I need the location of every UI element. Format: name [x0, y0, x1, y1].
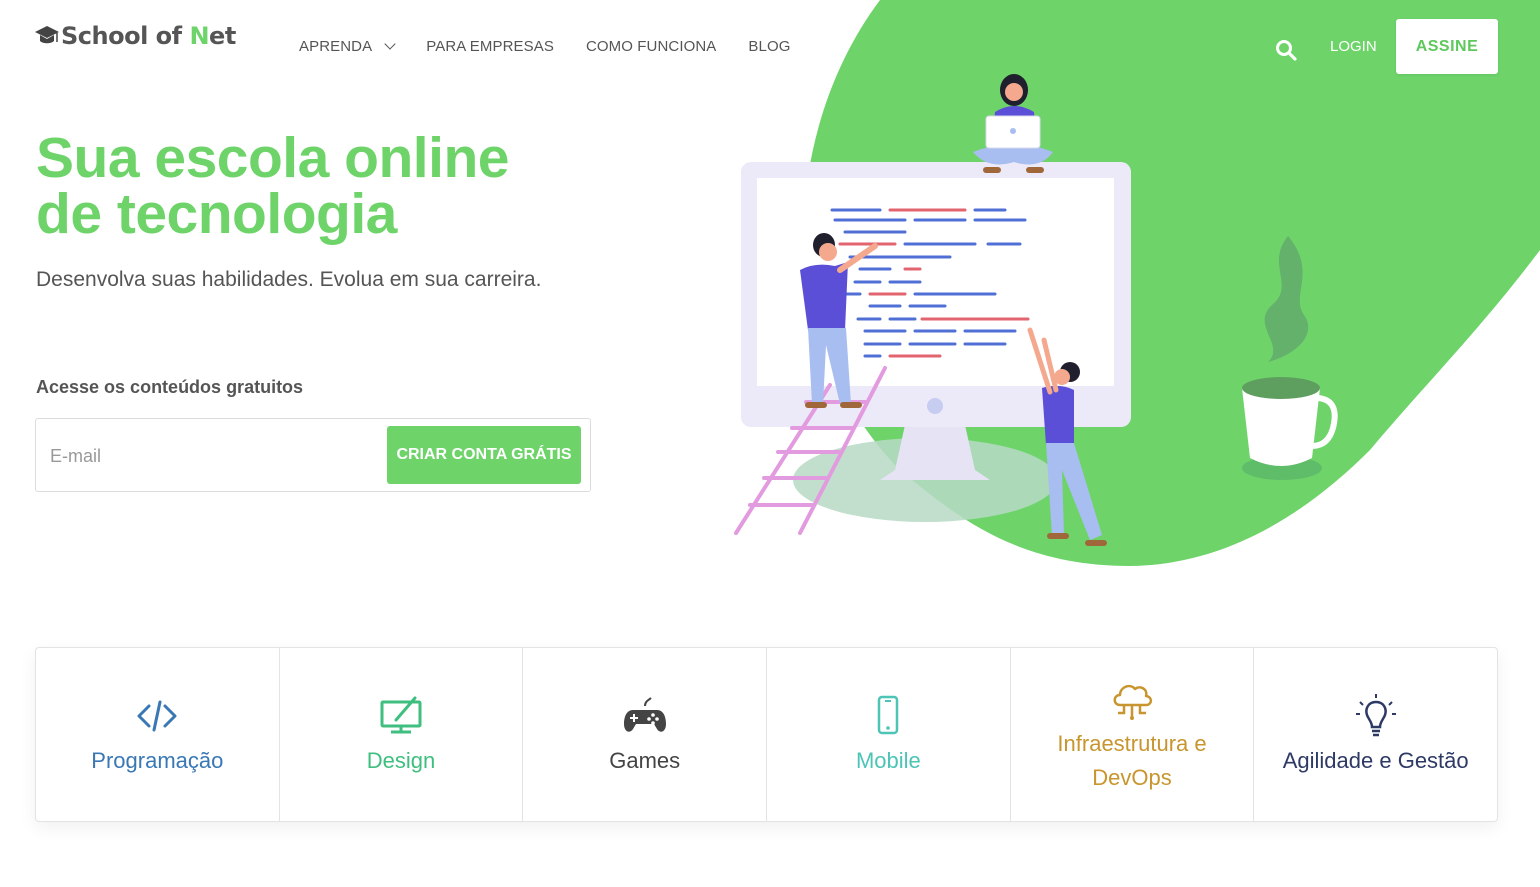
chevron-down-icon	[384, 38, 396, 50]
category-label: Games	[609, 747, 681, 773]
category-label: Infraestrutura e DevOps	[1057, 730, 1207, 790]
category-programacao[interactable]: Programação	[36, 648, 280, 821]
cloud-network-icon	[1113, 684, 1153, 720]
logo[interactable]: School of Net	[34, 22, 236, 50]
nav-para-empresas[interactable]: PARA EMPRESAS	[426, 38, 554, 55]
assine-button[interactable]: ASSINE	[1396, 19, 1498, 74]
category-label: Mobile	[855, 747, 921, 773]
hero-title: Sua escola online de tecnologia	[36, 126, 510, 246]
graduation-cap-icon	[35, 26, 59, 44]
site-header: School of Net APRENDA PARA EMPRESAS COMO…	[0, 0, 1540, 95]
category-design[interactable]: Design	[280, 648, 524, 821]
category-infraestrutura-devops[interactable]: Infraestrutura e DevOps	[1011, 648, 1255, 821]
free-content-label: Acesse os conteúdos gratuitos	[36, 377, 304, 397]
category-label: Design	[366, 747, 436, 773]
category-label: Agilidade e Gestão	[1282, 747, 1469, 773]
monitor-pen-icon	[380, 696, 422, 733]
login-link[interactable]: LOGIN	[1330, 38, 1377, 55]
category-agilidade-gestao[interactable]: Agilidade e Gestão	[1254, 648, 1497, 821]
hero-illustration	[734, 74, 1338, 546]
gamepad-icon	[623, 696, 666, 732]
nav-blog[interactable]: BLOG	[748, 38, 790, 55]
create-free-account-button[interactable]: CRIAR CONTA GRÁTIS	[387, 426, 581, 484]
category-games[interactable]: Games	[523, 648, 768, 821]
email-field[interactable]	[50, 437, 380, 475]
hero-subtitle: Desenvolva suas habilidades. Evolua em s…	[36, 268, 542, 291]
code-icon	[137, 700, 177, 731]
main-nav: APRENDA PARA EMPRESAS COMO FUNCIONA BLOG	[299, 38, 791, 55]
logo-text: School of Net	[61, 22, 236, 50]
mobile-phone-icon	[878, 695, 899, 734]
nav-como-funciona[interactable]: COMO FUNCIONA	[586, 38, 716, 55]
signup-form: CRIAR CONTA GRÁTIS	[35, 418, 591, 492]
nav-aprenda[interactable]: APRENDA	[299, 38, 396, 55]
search-icon[interactable]	[1274, 38, 1298, 62]
category-mobile[interactable]: Mobile	[767, 648, 1011, 821]
categories-panel: Programação Design Games Mobile Infraest…	[35, 647, 1498, 822]
category-label: Programação	[91, 747, 224, 773]
lightbulb-icon	[1355, 693, 1396, 736]
